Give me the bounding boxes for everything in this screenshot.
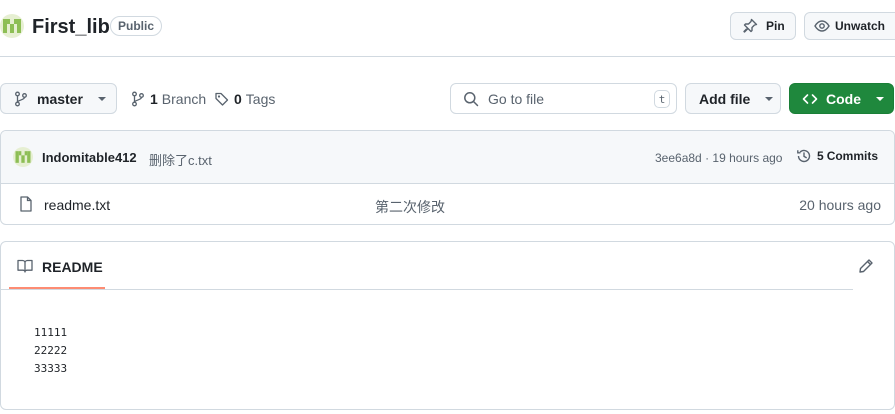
- readme-tab-label: README: [42, 259, 103, 275]
- readme-line: 11111: [34, 326, 68, 339]
- history-icon: [796, 148, 812, 164]
- readme-line: 33333: [34, 362, 68, 375]
- commit-meta: 3ee6a8d · 19 hours ago: [655, 151, 782, 165]
- file-icon: [19, 196, 33, 212]
- tags-link[interactable]: 0 Tags: [215, 89, 275, 109]
- branches-link[interactable]: 1 Branch: [131, 89, 206, 109]
- commit-hash[interactable]: 3ee6a8d: [655, 151, 702, 165]
- identicon-icon: [3, 19, 21, 33]
- header-divider: [0, 56, 895, 57]
- commit-author[interactable]: Indomitable412: [42, 150, 137, 165]
- commit-message[interactable]: 删除了c.txt: [149, 150, 212, 169]
- caret-down-icon: [875, 96, 885, 102]
- pin-button[interactable]: Pin: [730, 12, 796, 40]
- git-branch-icon: [131, 91, 145, 107]
- search-shortcut-key: t: [654, 89, 670, 108]
- pin-label: Pin: [766, 19, 785, 33]
- readme-content: 11111 22222 33333: [34, 324, 67, 378]
- tag-icon: [215, 92, 229, 106]
- caret-down-icon: [764, 96, 774, 102]
- caret-down-icon: [97, 96, 107, 102]
- branches-label: Branch: [161, 91, 207, 107]
- add-file-label: Add file: [699, 90, 751, 107]
- code-label: Code: [826, 90, 861, 107]
- branch-name: master: [37, 90, 83, 107]
- repo-avatar[interactable]: [0, 14, 24, 38]
- book-icon: [17, 259, 33, 273]
- file-commit-time: 20 hours ago: [799, 197, 881, 213]
- commit-author-avatar[interactable]: [13, 147, 33, 167]
- code-button[interactable]: Code: [789, 83, 894, 114]
- visibility-badge: Public: [110, 16, 163, 36]
- readme-panel: README 11111 22222 33333: [0, 241, 895, 410]
- commits-label: Commits: [826, 149, 879, 163]
- commit-time: 19 hours ago: [712, 151, 783, 165]
- readme-divider: [1, 289, 853, 290]
- code-icon: [802, 91, 818, 107]
- branch-select[interactable]: master: [0, 83, 117, 114]
- repo-title[interactable]: First_lib: [32, 14, 110, 40]
- tags-count: 0: [234, 91, 242, 107]
- eye-icon: [814, 18, 830, 34]
- file-name[interactable]: readme.txt: [44, 197, 110, 213]
- file-commit-message[interactable]: 第二次修改: [375, 197, 445, 217]
- git-branch-icon: [14, 91, 28, 107]
- readme-line: 22222: [34, 344, 68, 357]
- unwatch-label: Unwatch: [835, 19, 886, 33]
- unwatch-button[interactable]: Unwatch: [804, 12, 895, 40]
- edit-pencil-icon[interactable]: [858, 258, 874, 274]
- search-icon: [463, 91, 479, 107]
- file-row[interactable]: readme.txt 第二次修改 20 hours ago: [1, 184, 894, 224]
- latest-commit-bar: Indomitable412 删除了c.txt 3ee6a8d · 19 hou…: [1, 131, 894, 184]
- add-file-button[interactable]: Add file: [685, 83, 781, 114]
- commit-separator: ·: [705, 151, 710, 165]
- tags-label: Tags: [245, 91, 276, 107]
- branches-count: 1: [150, 91, 158, 107]
- file-table: Indomitable412 删除了c.txt 3ee6a8d · 19 hou…: [0, 130, 895, 225]
- readme-tab[interactable]: README: [9, 242, 105, 289]
- go-to-file-search[interactable]: Go to file t: [450, 83, 677, 114]
- commits-count: 5: [817, 149, 824, 163]
- identicon-icon: [15, 151, 31, 163]
- pin-icon: [742, 18, 758, 34]
- commits-history-link[interactable]: 5 Commits: [796, 148, 878, 164]
- search-input[interactable]: Go to file: [488, 91, 654, 107]
